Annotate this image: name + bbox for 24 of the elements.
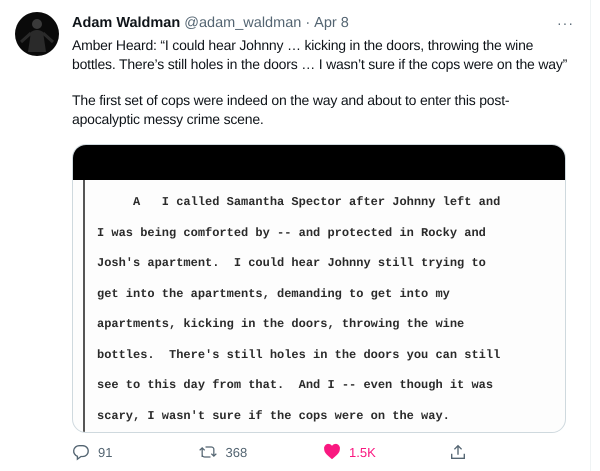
more-options-icon[interactable]: ··· bbox=[557, 15, 574, 31]
transcript-line: I was being comforted by -- and protected in Rocky and bbox=[97, 224, 487, 242]
reply-button[interactable]: 91 bbox=[72, 443, 198, 461]
transcript-line: apartments, kicking in the doors, throwing the wine bbox=[97, 316, 466, 333]
tweet-text: The first set of cops were indeed on the way and about to enter this post-apocalyptic messy crime scene. bbox=[72, 91, 510, 128]
heart-icon bbox=[323, 443, 341, 461]
person-silhouette-icon bbox=[15, 12, 59, 56]
retweet-button[interactable]: 368 bbox=[198, 443, 323, 461]
transcript-line: A I called Samantha Spector after Johnny left and bbox=[132, 194, 502, 211]
avatar[interactable] bbox=[15, 12, 59, 56]
comment-icon bbox=[72, 443, 90, 461]
separator-dot: · bbox=[305, 15, 310, 31]
author-name[interactable]: Adam Waldman bbox=[72, 15, 180, 31]
share-icon bbox=[448, 443, 466, 461]
transcript-line: Josh's apartment. I could hear Johnny still trying to bbox=[97, 255, 487, 272]
tweet-date[interactable]: Apr 8 bbox=[314, 15, 349, 31]
transcript-line: bottles. There's still holes in the doors you can still bbox=[97, 346, 502, 364]
document-image[interactable] bbox=[72, 144, 566, 433]
like-button[interactable]: 1.5K bbox=[323, 443, 448, 461]
tweet-text: Amber Heard: “I could hear Johnny … kicking in the doors, throwing the wine bottles. There’s still holes in the doors … I wasn’t sure if the cops were on the way” bbox=[72, 36, 568, 73]
transcript-line: scary, I wasn't sure if the cops were on the way. bbox=[97, 408, 451, 424]
author-handle[interactable]: @adam_waldman bbox=[184, 15, 302, 31]
transcript-line: see to this day from that. And I -- even though it was bbox=[97, 377, 494, 394]
transcript-line: get into the apartments, demanding to get into my bbox=[97, 286, 451, 302]
